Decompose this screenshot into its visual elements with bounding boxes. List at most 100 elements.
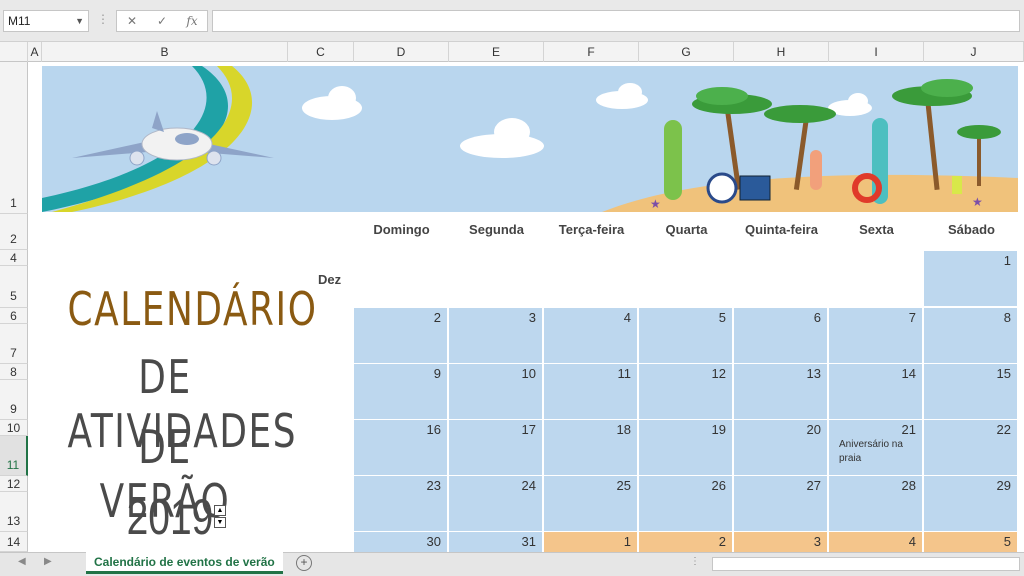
calendar-day-cell[interactable]: 31 — [449, 532, 542, 552]
calendar-day-cell[interactable]: 23 — [354, 476, 447, 531]
calendar-day-cell[interactable]: 2 — [354, 308, 447, 363]
row-header-2[interactable]: 2 — [0, 214, 28, 250]
calendar-day-cell[interactable]: 13 — [734, 364, 827, 419]
calendar-day-cell[interactable]: 24 — [449, 476, 542, 531]
day-number: 23 — [426, 478, 441, 493]
calendar-day-cell[interactable]: 26 — [639, 476, 732, 531]
enter-icon[interactable]: ✓ — [152, 14, 172, 28]
calendar-day-cell[interactable]: 1 — [544, 532, 637, 552]
calendar-day-cell[interactable]: 25 — [544, 476, 637, 531]
row-header-5[interactable]: 5 — [0, 266, 28, 308]
calendar-day-cell[interactable]: 3 — [449, 308, 542, 363]
calendar-day-cell[interactable]: 18 — [544, 420, 637, 475]
spin-up-icon[interactable]: ▲ — [214, 505, 226, 516]
row-header-8[interactable]: 8 — [0, 364, 28, 380]
column-headers: A B C D E F G H I J — [0, 42, 1024, 62]
select-all-corner[interactable] — [0, 42, 28, 62]
formula-bar: M11 ▼ ⋮ ✕ ✓ fx — [0, 0, 1024, 42]
day-number: 30 — [426, 534, 441, 549]
calendar-day-cell[interactable]: 4 — [544, 308, 637, 363]
row-header-4[interactable]: 4 — [0, 250, 28, 266]
sheet-tab-active[interactable]: Calendário de eventos de verão — [86, 552, 283, 574]
prev-sheet-icon[interactable]: ◀ — [18, 556, 26, 567]
add-sheet-icon[interactable]: + — [296, 555, 312, 571]
row-header-14[interactable]: 14 — [0, 532, 28, 552]
day-number: 31 — [521, 534, 536, 549]
calendar-day-cell[interactable]: 14 — [829, 364, 922, 419]
column-header-j[interactable]: J — [924, 42, 1024, 62]
day-number: 1 — [1003, 253, 1011, 268]
calendar-day-cell[interactable]: 27 — [734, 476, 827, 531]
calendar-day-cell[interactable]: 20 — [734, 420, 827, 475]
row-header-11[interactable]: 11 — [0, 436, 28, 476]
calendar-day-cell[interactable]: 6 — [734, 308, 827, 363]
calendar-day-cell[interactable]: 11 — [544, 364, 637, 419]
calendar-day-cell[interactable]: 5 — [924, 532, 1017, 552]
column-header-g[interactable]: G — [639, 42, 734, 62]
surfboard-icon — [664, 120, 682, 200]
day-number: 13 — [806, 366, 821, 381]
horizontal-scrollbar[interactable] — [712, 557, 1020, 571]
day-number: 9 — [433, 366, 441, 381]
day-number: 26 — [711, 478, 726, 493]
calendar-day-cell[interactable]: 7 — [829, 308, 922, 363]
calendar-day-cell[interactable]: 2 — [639, 532, 732, 552]
calendar-day-cell[interactable]: 29 — [924, 476, 1017, 531]
calendar-day-cell[interactable]: 28 — [829, 476, 922, 531]
column-header-f[interactable]: F — [544, 42, 639, 62]
day-number: 18 — [616, 422, 631, 437]
row-header-6[interactable]: 6 — [0, 308, 28, 324]
name-box[interactable]: M11 ▼ — [3, 10, 89, 32]
calendar-day-cell[interactable]: 8 — [924, 308, 1017, 363]
name-box-value: M11 — [8, 14, 31, 28]
beach-ball-icon — [706, 172, 738, 204]
calendar-day-cell[interactable]: 21 Aniversário na praia — [829, 420, 922, 475]
row-header-10[interactable]: 10 — [0, 420, 28, 436]
calendar-day-cell[interactable]: 1 — [924, 251, 1017, 306]
calendar-day-cell[interactable]: 22 — [924, 420, 1017, 475]
column-header-e[interactable]: E — [449, 42, 544, 62]
column-header-b[interactable]: B — [42, 42, 288, 62]
calendar-day-cell[interactable]: 10 — [449, 364, 542, 419]
row-header-1[interactable]: 1 — [0, 62, 28, 214]
next-sheet-icon[interactable]: ▶ — [44, 556, 52, 567]
formula-buttons: ✕ ✓ fx — [116, 10, 208, 32]
row-header-12[interactable]: 12 — [0, 476, 28, 492]
calendar-day-cell[interactable]: 3 — [734, 532, 827, 552]
calendar-day-cell[interactable]: 5 — [639, 308, 732, 363]
calendar-day-cell[interactable]: 9 — [354, 364, 447, 419]
day-number: 22 — [996, 422, 1011, 437]
calendar-day-cell[interactable]: 4 — [829, 532, 922, 552]
suitcase-icon — [739, 175, 771, 201]
column-header-c[interactable]: C — [288, 42, 354, 62]
day-number: 29 — [996, 478, 1011, 493]
function-icon[interactable]: fx — [182, 14, 202, 28]
calendar-day-cell[interactable]: 19 — [639, 420, 732, 475]
day-number: 21 — [901, 422, 916, 437]
year-spinner[interactable]: ▲ ▼ — [214, 505, 226, 529]
calendar-day-cell[interactable]: 12 — [639, 364, 732, 419]
column-header-d[interactable]: D — [354, 42, 449, 62]
day-number: 12 — [711, 366, 726, 381]
spin-down-icon[interactable]: ▼ — [214, 517, 226, 528]
calendar-day-cell[interactable]: 30 — [354, 532, 447, 552]
column-header-a[interactable]: A — [28, 42, 42, 62]
calendar-day-cell[interactable]: 17 — [449, 420, 542, 475]
calendar-day-cell[interactable]: 15 — [924, 364, 1017, 419]
row-header-13[interactable]: 13 — [0, 492, 28, 532]
day-number: 27 — [806, 478, 821, 493]
chevron-down-icon[interactable]: ▼ — [75, 11, 84, 31]
day-number: 2 — [433, 310, 441, 325]
row-header-7[interactable]: 7 — [0, 324, 28, 364]
day-number: 2 — [718, 534, 726, 549]
day-number: 1 — [623, 534, 631, 549]
svg-text:★: ★ — [972, 195, 983, 209]
day-number: 7 — [908, 310, 916, 325]
calendar-day-cell[interactable]: 16 — [354, 420, 447, 475]
formula-input[interactable] — [212, 10, 1020, 32]
cancel-icon[interactable]: ✕ — [122, 14, 142, 28]
column-header-h[interactable]: H — [734, 42, 829, 62]
row-header-9[interactable]: 9 — [0, 380, 28, 420]
day-number: 5 — [718, 310, 726, 325]
column-header-i[interactable]: I — [829, 42, 924, 62]
